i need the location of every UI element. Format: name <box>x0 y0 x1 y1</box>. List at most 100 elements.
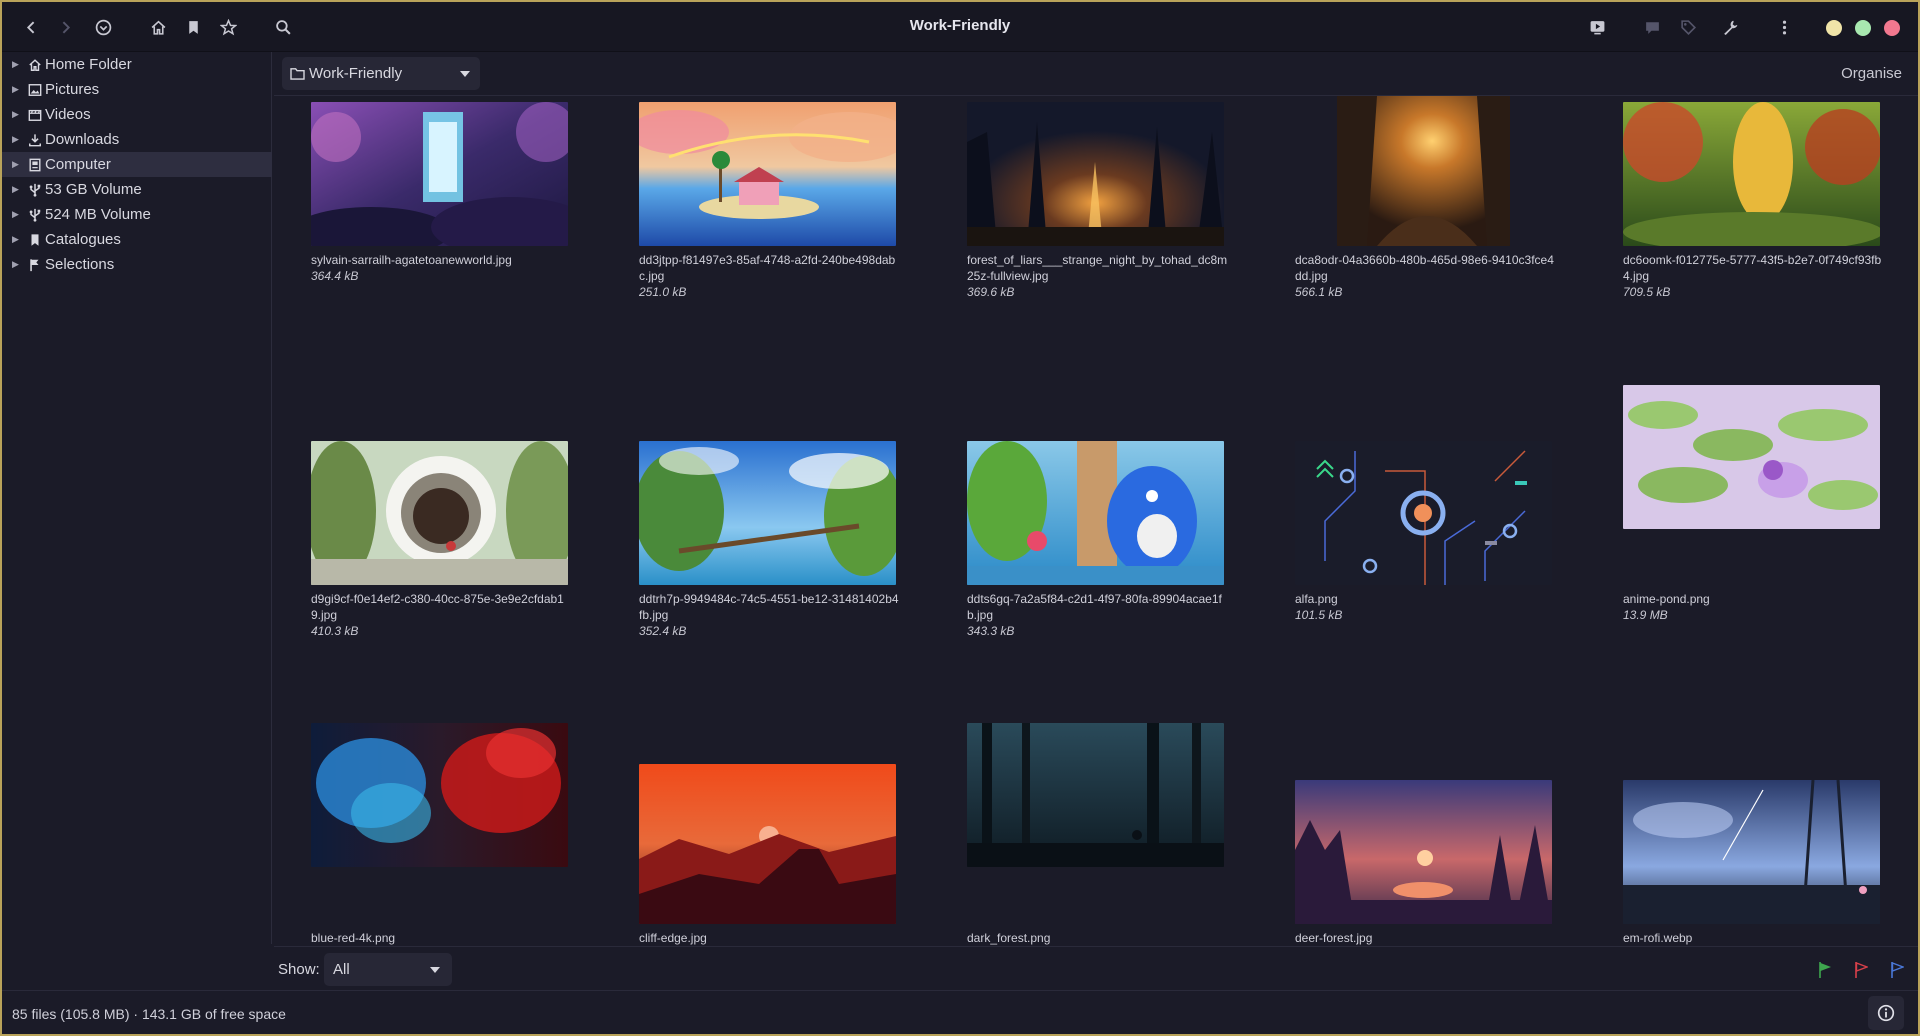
sidebar-item-catalogues[interactable]: ▶ Catalogues <box>2 227 272 252</box>
show-filter-value: All <box>333 961 350 978</box>
file-size: 566.1 kB <box>1295 285 1343 299</box>
image-browser-window: Work-Friendly ▶ Home Folder ▶ Pictures ▶… <box>0 0 1920 1036</box>
sidebar-item-label: 53 GB Volume <box>45 181 142 198</box>
thumbnail-image[interactable] <box>967 102 1224 246</box>
file-size: 13.9 MB <box>1623 608 1668 622</box>
minimize-button[interactable] <box>1826 20 1842 36</box>
thumbnail-image[interactable] <box>1623 780 1880 924</box>
thumbnail-grid[interactable]: sylvain-sarrailh-agatetoanewworld.jpg 36… <box>274 96 1918 946</box>
sidebar-item-selections[interactable]: ▶ Selections <box>2 252 272 277</box>
sidebar: ▶ Home Folder ▶ Pictures ▶ Videos ▶ Down… <box>2 52 272 944</box>
sidebar-item-pictures[interactable]: ▶ Pictures <box>2 77 272 102</box>
expand-arrow-icon[interactable]: ▶ <box>12 234 22 245</box>
tag-icon[interactable] <box>1673 12 1703 42</box>
thumbnail-image[interactable] <box>1295 441 1552 585</box>
file-name: alfa.png <box>1295 592 1338 606</box>
file-caption: forest_of_liars___strange_night_by_tohad… <box>967 252 1229 300</box>
path-label: Work-Friendly <box>309 65 403 82</box>
file-name: anime-pond.png <box>1623 592 1710 606</box>
sidebar-item-53gb-volume[interactable]: ▶ 53 GB Volume <box>2 177 272 202</box>
computer-icon <box>28 158 42 172</box>
red-flag-icon[interactable] <box>1854 961 1868 979</box>
sidebar-item-downloads[interactable]: ▶ Downloads <box>2 127 272 152</box>
show-filter-select[interactable]: All <box>324 953 452 986</box>
file-name: forest_of_liars___strange_night_by_tohad… <box>967 253 1228 283</box>
slideshow-icon[interactable] <box>1582 12 1612 42</box>
show-label: Show: <box>278 961 320 978</box>
sidebar-item-home-folder[interactable]: ▶ Home Folder <box>2 52 272 77</box>
file-name: ddts6gq-7a2a5f84-c2d1-4f97-80fa-89904aca… <box>967 592 1222 622</box>
wrench-icon[interactable] <box>1715 12 1745 42</box>
file-caption: alfa.png 101.5 kB <box>1295 591 1557 623</box>
info-button[interactable] <box>1868 996 1904 1030</box>
sidebar-item-computer[interactable]: ▶ Computer <box>2 152 272 177</box>
file-name: dd3jtpp-f81497e3-85af-4748-a2fd-240be498… <box>639 253 896 283</box>
sidebar-item-label: Computer <box>45 156 111 173</box>
videos-icon <box>28 108 42 122</box>
file-caption: em-rofi.webp <box>1623 930 1885 946</box>
expand-arrow-icon[interactable]: ▶ <box>12 184 22 195</box>
thumbnail-image[interactable] <box>967 723 1224 867</box>
file-caption: cliff-edge.jpg <box>639 930 901 946</box>
sidebar-item-label: Selections <box>45 256 115 273</box>
thumbnail-image[interactable] <box>1623 102 1880 246</box>
thumbnail-image[interactable] <box>639 102 896 246</box>
pictures-icon <box>28 83 42 97</box>
file-name: dc6oomk-f012775e-5777-43f5-b2e7-0f749cf9… <box>1623 253 1882 283</box>
expand-arrow-icon[interactable]: ▶ <box>12 134 22 145</box>
sidebar-item-videos[interactable]: ▶ Videos <box>2 102 272 127</box>
thumbnail-image[interactable] <box>311 723 568 867</box>
location-bar: Work-Friendly Organise <box>274 52 1918 96</box>
download-icon <box>28 133 42 147</box>
thumbnail-image[interactable] <box>311 441 568 585</box>
file-size: 101.5 kB <box>1295 608 1343 622</box>
expand-arrow-icon[interactable]: ▶ <box>12 84 22 95</box>
file-name: sylvain-sarrailh-agatetoanewworld.jpg <box>311 253 512 267</box>
maximize-button[interactable] <box>1855 20 1871 36</box>
file-size: 369.6 kB <box>967 285 1015 299</box>
thumbnail-image[interactable] <box>1623 385 1880 529</box>
thumbnail-image[interactable] <box>639 764 896 924</box>
sidebar-item-label: Videos <box>45 106 91 123</box>
file-caption: dark_forest.png <box>967 930 1229 946</box>
status-text: 85 files (105.8 MB) · 143.1 GB of free s… <box>12 1006 286 1022</box>
file-size: 251.0 kB <box>639 285 687 299</box>
header-bar: Work-Friendly <box>2 2 1918 52</box>
file-caption: anime-pond.png 13.9 MB <box>1623 591 1885 623</box>
chevron-down-icon <box>430 967 440 973</box>
expand-arrow-icon[interactable]: ▶ <box>12 209 22 220</box>
expand-arrow-icon[interactable]: ▶ <box>12 259 22 270</box>
expand-arrow-icon[interactable]: ▶ <box>12 59 22 70</box>
file-size: 352.4 kB <box>639 624 687 638</box>
file-caption: blue-red-4k.png <box>311 930 573 946</box>
home-icon <box>28 58 42 72</box>
sidebar-item-label: Pictures <box>45 81 100 98</box>
comment-icon[interactable] <box>1637 12 1667 42</box>
close-button[interactable] <box>1884 20 1900 36</box>
file-caption: deer-forest.jpg <box>1295 930 1557 946</box>
expand-arrow-icon[interactable]: ▶ <box>12 159 22 170</box>
file-caption: d9gi9cf-f0e14ef2-c380-40cc-875e-3e9e2cfd… <box>311 591 573 639</box>
thumbnail-image[interactable] <box>967 441 1224 585</box>
thumbnail-image[interactable] <box>1337 96 1510 246</box>
sidebar-item-524mb-volume[interactable]: ▶ 524 MB Volume <box>2 202 272 227</box>
status-bar: 85 files (105.8 MB) · 143.1 GB of free s… <box>2 990 1918 1034</box>
file-caption: ddts6gq-7a2a5f84-c2d1-4f97-80fa-89904aca… <box>967 591 1229 639</box>
path-dropdown[interactable]: Work-Friendly <box>282 57 480 90</box>
file-caption: ddtrh7p-9949484c-74c5-4551-be12-31481402… <box>639 591 901 639</box>
sidebar-item-label: Downloads <box>45 131 120 148</box>
thumbnail-image[interactable] <box>639 441 896 585</box>
thumbnail-image[interactable] <box>1295 780 1552 924</box>
bookmark-icon <box>28 233 42 247</box>
blue-flag-icon[interactable] <box>1890 961 1904 979</box>
file-caption: dd3jtpp-f81497e3-85af-4748-a2fd-240be498… <box>639 252 901 300</box>
file-caption: dc6oomk-f012775e-5777-43f5-b2e7-0f749cf9… <box>1623 252 1885 300</box>
folder-icon <box>290 68 305 80</box>
menu-icon[interactable] <box>1769 12 1799 42</box>
expand-arrow-icon[interactable]: ▶ <box>12 109 22 120</box>
file-size: 364.4 kB <box>311 269 359 283</box>
info-icon <box>1877 1004 1895 1022</box>
thumbnail-image[interactable] <box>311 102 568 246</box>
green-flag-icon[interactable] <box>1818 961 1832 979</box>
organise-button[interactable]: Organise <box>1841 65 1902 82</box>
